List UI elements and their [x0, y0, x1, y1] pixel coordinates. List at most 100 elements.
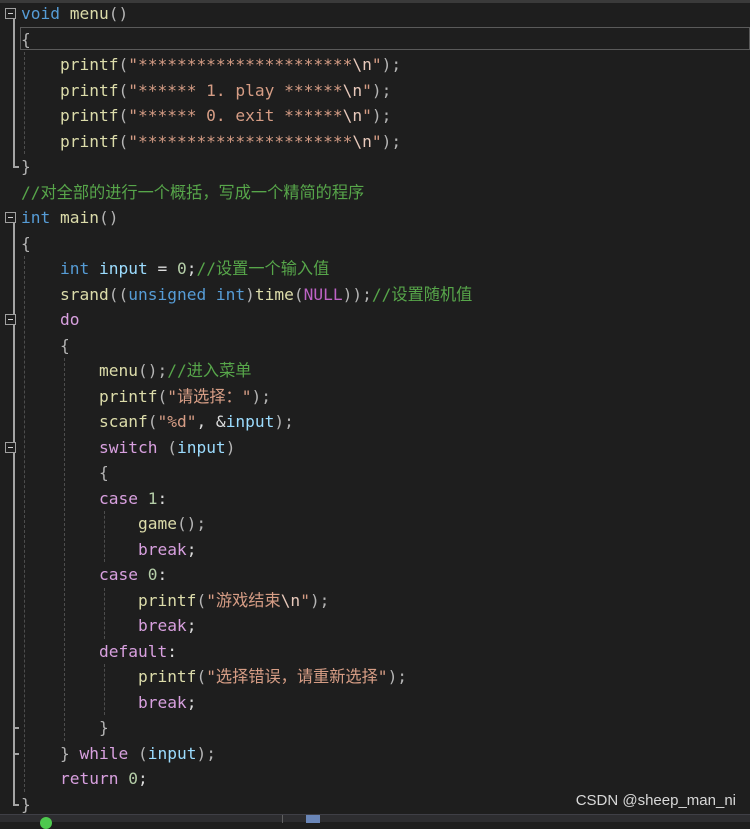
code-line[interactable]: {: [21, 27, 31, 52]
code-token: ));: [342, 284, 372, 304]
code-line[interactable]: printf("选择错误，请重新选择");: [21, 664, 407, 689]
code-line[interactable]: menu();//进入菜单: [21, 358, 251, 383]
code-token: (: [167, 437, 177, 457]
status-bar: [0, 814, 750, 829]
code-token: (: [118, 80, 129, 100]
code-line[interactable]: printf("**********************\n");: [21, 52, 401, 77]
code-token: printf: [59, 80, 119, 100]
code-token: ();: [176, 514, 207, 533]
code-token: ;: [186, 692, 197, 712]
code-token: :: [157, 565, 168, 584]
code-token: break: [137, 692, 187, 712]
code-line[interactable]: {: [21, 231, 31, 256]
code-line[interactable]: switch (input): [21, 435, 235, 460]
code-token: "请选择：": [167, 386, 252, 406]
code-line[interactable]: do: [21, 307, 80, 332]
code-token: ": [362, 106, 372, 125]
code-line[interactable]: void menu(): [21, 1, 128, 26]
fold-region-end: [13, 803, 19, 806]
code-line[interactable]: int main(): [21, 205, 118, 230]
code-line[interactable]: return 0;: [21, 766, 148, 791]
code-editor[interactable]: void menu(){ printf("*******************…: [0, 0, 750, 814]
code-line[interactable]: int input = 0;//设置一个输入值: [21, 256, 329, 281]
code-line[interactable]: case 1:: [21, 486, 167, 511]
code-line[interactable]: default:: [21, 639, 177, 664]
code-token: ": [371, 131, 382, 151]
code-line[interactable]: scanf("%d", &input);: [21, 409, 294, 434]
collapse-toggle-icon[interactable]: [5, 314, 16, 325]
code-line[interactable]: printf("请选择：");: [21, 384, 271, 409]
code-token: :: [167, 641, 177, 661]
code-token: );: [381, 55, 402, 74]
code-line[interactable]: printf("****** 1. play ******\n");: [21, 78, 391, 103]
code-line[interactable]: printf("**********************\n");: [21, 129, 401, 154]
code-token: );: [371, 106, 392, 125]
code-token: ": [362, 80, 372, 100]
code-line[interactable]: break;: [21, 537, 196, 562]
code-line[interactable]: {: [21, 333, 70, 358]
code-token: menu: [69, 4, 109, 23]
code-token: "**********************: [128, 131, 353, 151]
code-line[interactable]: {: [21, 460, 109, 485]
collapse-toggle-icon[interactable]: [5, 8, 16, 19]
code-token: default: [98, 641, 168, 661]
code-token: ": [371, 55, 382, 74]
code-token: game: [137, 514, 177, 533]
code-token: );: [387, 667, 408, 686]
code-token: do: [59, 310, 80, 329]
code-token: void: [21, 4, 60, 23]
code-token: }: [98, 718, 109, 737]
code-token: );: [371, 80, 392, 100]
code-line[interactable]: //对全部的进行一个概括，写成一个精简的程序: [21, 180, 364, 205]
code-line[interactable]: break;: [21, 613, 196, 638]
code-token: (: [157, 386, 168, 406]
code-line[interactable]: printf("游戏结束\n");: [21, 588, 329, 613]
code-line[interactable]: }: [21, 792, 31, 817]
code-line[interactable]: game();: [21, 511, 206, 536]
code-token: :: [157, 488, 168, 508]
code-line[interactable]: srand((unsigned int)time(NULL));//设置随机值: [21, 282, 472, 307]
code-line[interactable]: } while (input);: [21, 741, 216, 766]
code-token: "选择错误，请重新选择": [206, 667, 388, 686]
code-line[interactable]: }: [21, 715, 109, 740]
code-token: ): [225, 437, 236, 457]
code-token: int: [21, 208, 51, 227]
code-line[interactable]: case 0:: [21, 562, 167, 587]
code-token: break: [137, 616, 187, 635]
code-line[interactable]: }: [21, 154, 31, 179]
code-token: scanf: [98, 412, 148, 431]
fold-region-end: [13, 727, 19, 729]
code-token: {: [59, 335, 70, 355]
code-line[interactable]: break;: [21, 690, 196, 715]
collapse-toggle-icon[interactable]: [5, 212, 16, 223]
code-token: (: [196, 667, 207, 686]
code-token: "%d": [157, 412, 197, 431]
code-token: , &: [196, 412, 226, 431]
code-line[interactable]: printf("****** 0. exit ******\n");: [21, 103, 391, 128]
code-token: //进入菜单: [167, 361, 252, 380]
code-token: (: [118, 55, 129, 74]
code-token: unsigned int: [128, 284, 246, 304]
code-token: ): [245, 284, 255, 304]
code-token: 0: [128, 769, 138, 788]
code-token: "**********************: [128, 55, 353, 74]
code-token: {: [21, 29, 31, 49]
code-token: \n: [352, 131, 372, 151]
code-token: ;: [186, 259, 197, 278]
collapse-toggle-icon[interactable]: [5, 441, 16, 453]
code-token: }: [21, 794, 31, 814]
